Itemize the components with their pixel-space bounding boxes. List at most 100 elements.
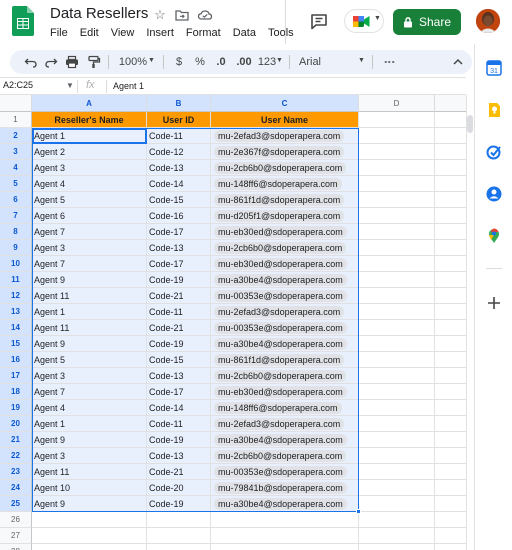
empty-cell-col-e[interactable] — [435, 224, 466, 240]
user-id-cell[interactable]: Code-20 — [147, 480, 211, 496]
user-name-cell[interactable]: mu-2cb6b0@sdoperapera.com — [211, 160, 359, 176]
email-chip[interactable]: mu-00353e@sdoperapera.com — [214, 466, 347, 478]
menu-view[interactable]: View — [111, 27, 135, 43]
row-header[interactable]: 15 — [0, 336, 32, 352]
empty-cell-col-b[interactable] — [147, 512, 211, 528]
user-name-cell[interactable]: mu-00353e@sdoperapera.com — [211, 320, 359, 336]
undo-icon[interactable] — [24, 55, 38, 69]
user-name-cell[interactable]: mu-148ff6@sdoperapera.com — [211, 400, 359, 416]
empty-cell-col-e[interactable] — [435, 240, 466, 256]
menu-format[interactable]: Format — [186, 27, 221, 43]
empty-cell-col-d[interactable] — [359, 400, 435, 416]
row-header[interactable]: 25 — [0, 496, 32, 512]
empty-cell-col-d[interactable] — [359, 128, 435, 144]
empty-cell-col-d[interactable] — [359, 512, 435, 528]
empty-cell-col-d[interactable] — [359, 544, 435, 550]
empty-cell-col-e[interactable] — [435, 496, 466, 512]
empty-cell-col-e[interactable] — [435, 336, 466, 352]
user-id-cell[interactable]: Code-13 — [147, 448, 211, 464]
decrease-decimal-button[interactable]: .0 — [212, 54, 230, 70]
user-name-cell[interactable]: mu-861f1d@sdoperapera.com — [211, 352, 359, 368]
user-id-cell[interactable]: Code-15 — [147, 192, 211, 208]
row-header[interactable]: 8 — [0, 224, 32, 240]
add-addon-icon[interactable] — [486, 295, 502, 311]
empty-cell-col-d[interactable] — [359, 416, 435, 432]
reseller-name-cell[interactable]: Agent 3 — [32, 368, 147, 384]
row-header[interactable]: 27 — [0, 528, 32, 544]
row-header[interactable]: 20 — [0, 416, 32, 432]
empty-cell-col-a[interactable] — [32, 512, 147, 528]
row-header[interactable]: 10 — [0, 256, 32, 272]
menu-edit[interactable]: Edit — [80, 27, 99, 43]
user-id-cell[interactable]: Code-11 — [147, 416, 211, 432]
email-chip[interactable]: mu-d205f1@sdoperapera.com — [214, 210, 345, 222]
reseller-name-cell[interactable]: Agent 9 — [32, 336, 147, 352]
user-id-cell[interactable]: Code-14 — [147, 176, 211, 192]
empty-cell-col-d[interactable] — [359, 448, 435, 464]
user-id-cell[interactable]: Code-11 — [147, 128, 211, 144]
row-header[interactable]: 9 — [0, 240, 32, 256]
user-name-cell[interactable]: mu-2efad3@sdoperapera.com — [211, 128, 359, 144]
empty-cell-col-d[interactable] — [359, 496, 435, 512]
reseller-name-cell[interactable]: Agent 9 — [32, 272, 147, 288]
email-chip[interactable]: mu-861f1d@sdoperapera.com — [214, 354, 345, 366]
user-id-cell[interactable]: Code-14 — [147, 400, 211, 416]
vertical-scrollbar[interactable] — [466, 95, 474, 550]
reseller-name-cell[interactable]: Agent 7 — [32, 384, 147, 400]
contacts-icon[interactable] — [486, 186, 502, 202]
empty-cell-col-e[interactable] — [435, 448, 466, 464]
user-name-cell[interactable]: mu-d205f1@sdoperapera.com — [211, 208, 359, 224]
email-chip[interactable]: mu-a30be4@sdoperapera.com — [214, 498, 347, 510]
document-title[interactable]: Data Resellers — [50, 5, 148, 22]
star-icon[interactable]: ☆ — [152, 7, 168, 23]
reseller-name-cell[interactable]: Agent 1 — [32, 304, 147, 320]
email-chip[interactable]: mu-00353e@sdoperapera.com — [214, 290, 347, 302]
user-id-cell[interactable]: Code-19 — [147, 272, 211, 288]
empty-cell-col-e[interactable] — [435, 352, 466, 368]
reseller-name-cell[interactable]: Agent 2 — [32, 144, 147, 160]
empty-cell-col-d[interactable] — [359, 368, 435, 384]
sheets-logo-icon[interactable] — [12, 6, 34, 36]
email-chip[interactable]: mu-a30be4@sdoperapera.com — [214, 274, 347, 286]
name-box-dropdown-icon[interactable]: ▼ — [66, 81, 74, 90]
header-cell[interactable]: User ID — [147, 112, 211, 128]
user-name-cell[interactable]: mu-2cb6b0@sdoperapera.com — [211, 368, 359, 384]
row-header[interactable]: 21 — [0, 432, 32, 448]
reseller-name-cell[interactable]: Agent 3 — [32, 160, 147, 176]
user-id-cell[interactable]: Code-17 — [147, 256, 211, 272]
empty-cell-col-d[interactable] — [359, 208, 435, 224]
user-name-cell[interactable]: mu-861f1d@sdoperapera.com — [211, 192, 359, 208]
user-id-cell[interactable]: Code-21 — [147, 320, 211, 336]
email-chip[interactable]: mu-2cb6b0@sdoperapera.com — [214, 450, 347, 462]
empty-cell-col-e[interactable] — [435, 176, 466, 192]
user-id-cell[interactable]: Code-13 — [147, 368, 211, 384]
reseller-name-cell[interactable]: Agent 4 — [32, 400, 147, 416]
row-header[interactable]: 12 — [0, 288, 32, 304]
row-header[interactable]: 16 — [0, 352, 32, 368]
email-chip[interactable]: mu-2cb6b0@sdoperapera.com — [214, 242, 347, 254]
empty-cell-col-d[interactable] — [359, 176, 435, 192]
user-name-cell[interactable]: mu-79841b@sdoperapera.com — [211, 480, 359, 496]
reseller-name-cell[interactable]: Agent 7 — [32, 256, 147, 272]
user-name-cell[interactable]: mu-2efad3@sdoperapera.com — [211, 304, 359, 320]
reseller-name-cell[interactable]: Agent 11 — [32, 288, 147, 304]
row-header[interactable]: 14 — [0, 320, 32, 336]
empty-cell-col-e[interactable] — [435, 128, 466, 144]
empty-cell-col-e[interactable] — [435, 384, 466, 400]
user-name-cell[interactable]: mu-a30be4@sdoperapera.com — [211, 496, 359, 512]
user-name-cell[interactable]: mu-2e367f@sdoperapera.com — [211, 144, 359, 160]
user-id-cell[interactable]: Code-19 — [147, 336, 211, 352]
row-header[interactable]: 6 — [0, 192, 32, 208]
empty-cell-col-e[interactable] — [435, 160, 466, 176]
empty-cell-col-d[interactable] — [359, 112, 435, 128]
row-header[interactable]: 11 — [0, 272, 32, 288]
empty-cell-col-d[interactable] — [359, 240, 435, 256]
reseller-name-cell[interactable]: Agent 6 — [32, 208, 147, 224]
email-chip[interactable]: mu-148ff6@sdoperapera.com — [214, 402, 342, 414]
empty-cell-col-d[interactable] — [359, 320, 435, 336]
column-header-d[interactable]: D — [359, 95, 435, 112]
share-button[interactable]: Share — [393, 9, 461, 35]
user-name-cell[interactable]: mu-00353e@sdoperapera.com — [211, 288, 359, 304]
collapse-chevron-icon[interactable] — [452, 56, 464, 68]
menu-tools[interactable]: Tools — [268, 27, 294, 43]
